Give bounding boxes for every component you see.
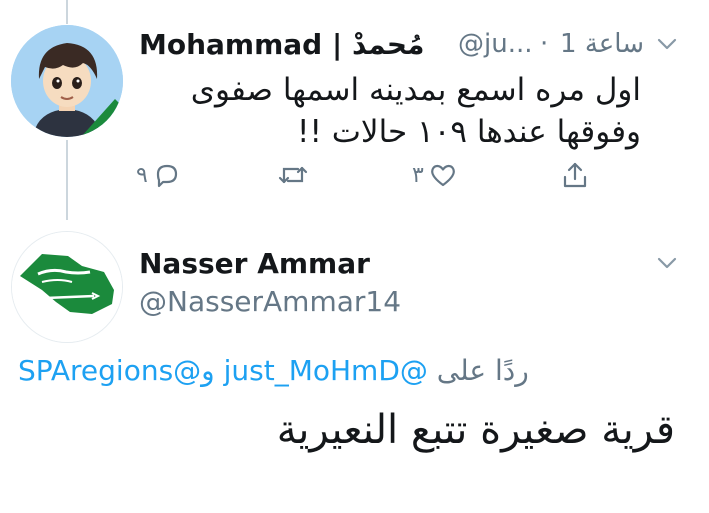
tweet1-separator: ·: [540, 29, 549, 59]
tweet2-text: قرية صغيرة تتبع النعيرية: [276, 407, 675, 453]
share-icon: [563, 162, 587, 188]
tweet1-handle[interactable]: @ju...: [458, 29, 533, 59]
tweet1-text-line2: وفوقها عندها ١٠٩ حالات !!: [297, 114, 641, 150]
retweet-button[interactable]: [276, 160, 310, 190]
replying-to-label: ردًا على: [436, 354, 529, 387]
avatar-mohammad[interactable]: [11, 25, 123, 137]
tweet1-display-name[interactable]: Mohammad | مُحمدْ: [139, 28, 424, 61]
saudi-map-flag-icon: [12, 232, 122, 342]
retweet-icon: [278, 166, 308, 184]
mention-conjunction: و: [201, 354, 215, 387]
reply-count: ٩: [136, 162, 148, 188]
share-button[interactable]: [560, 160, 590, 190]
replying-to-line: ردًا على @just_MoHmD و@SPAregions: [18, 354, 529, 387]
tweet2-display-name[interactable]: Nasser Ammar: [139, 247, 370, 280]
like-count: ٣: [412, 162, 424, 188]
mention-sparegions[interactable]: @SPAregions: [18, 354, 201, 387]
thread-line-top: [66, 0, 68, 24]
tweet2-handle[interactable]: @NasserAmmar14: [139, 285, 401, 318]
mention-just-mohmd[interactable]: @just_MoHmD: [224, 354, 428, 387]
reply-button[interactable]: ٩: [136, 160, 182, 190]
like-icon: [430, 164, 455, 187]
cartoon-avatar-image: [11, 25, 123, 137]
chevron-down-icon[interactable]: [656, 252, 678, 274]
avatar-nasser[interactable]: [11, 231, 123, 343]
like-button[interactable]: ٣: [412, 160, 458, 190]
chevron-down-icon[interactable]: [656, 33, 678, 55]
reply-icon: [156, 164, 177, 188]
tweet1-text-line1: اول مره اسمع بمدينه اسمها صفوى: [190, 72, 641, 108]
thread-line-bottom: [66, 140, 68, 220]
tweet1-time[interactable]: 1 ساعة: [560, 29, 644, 59]
